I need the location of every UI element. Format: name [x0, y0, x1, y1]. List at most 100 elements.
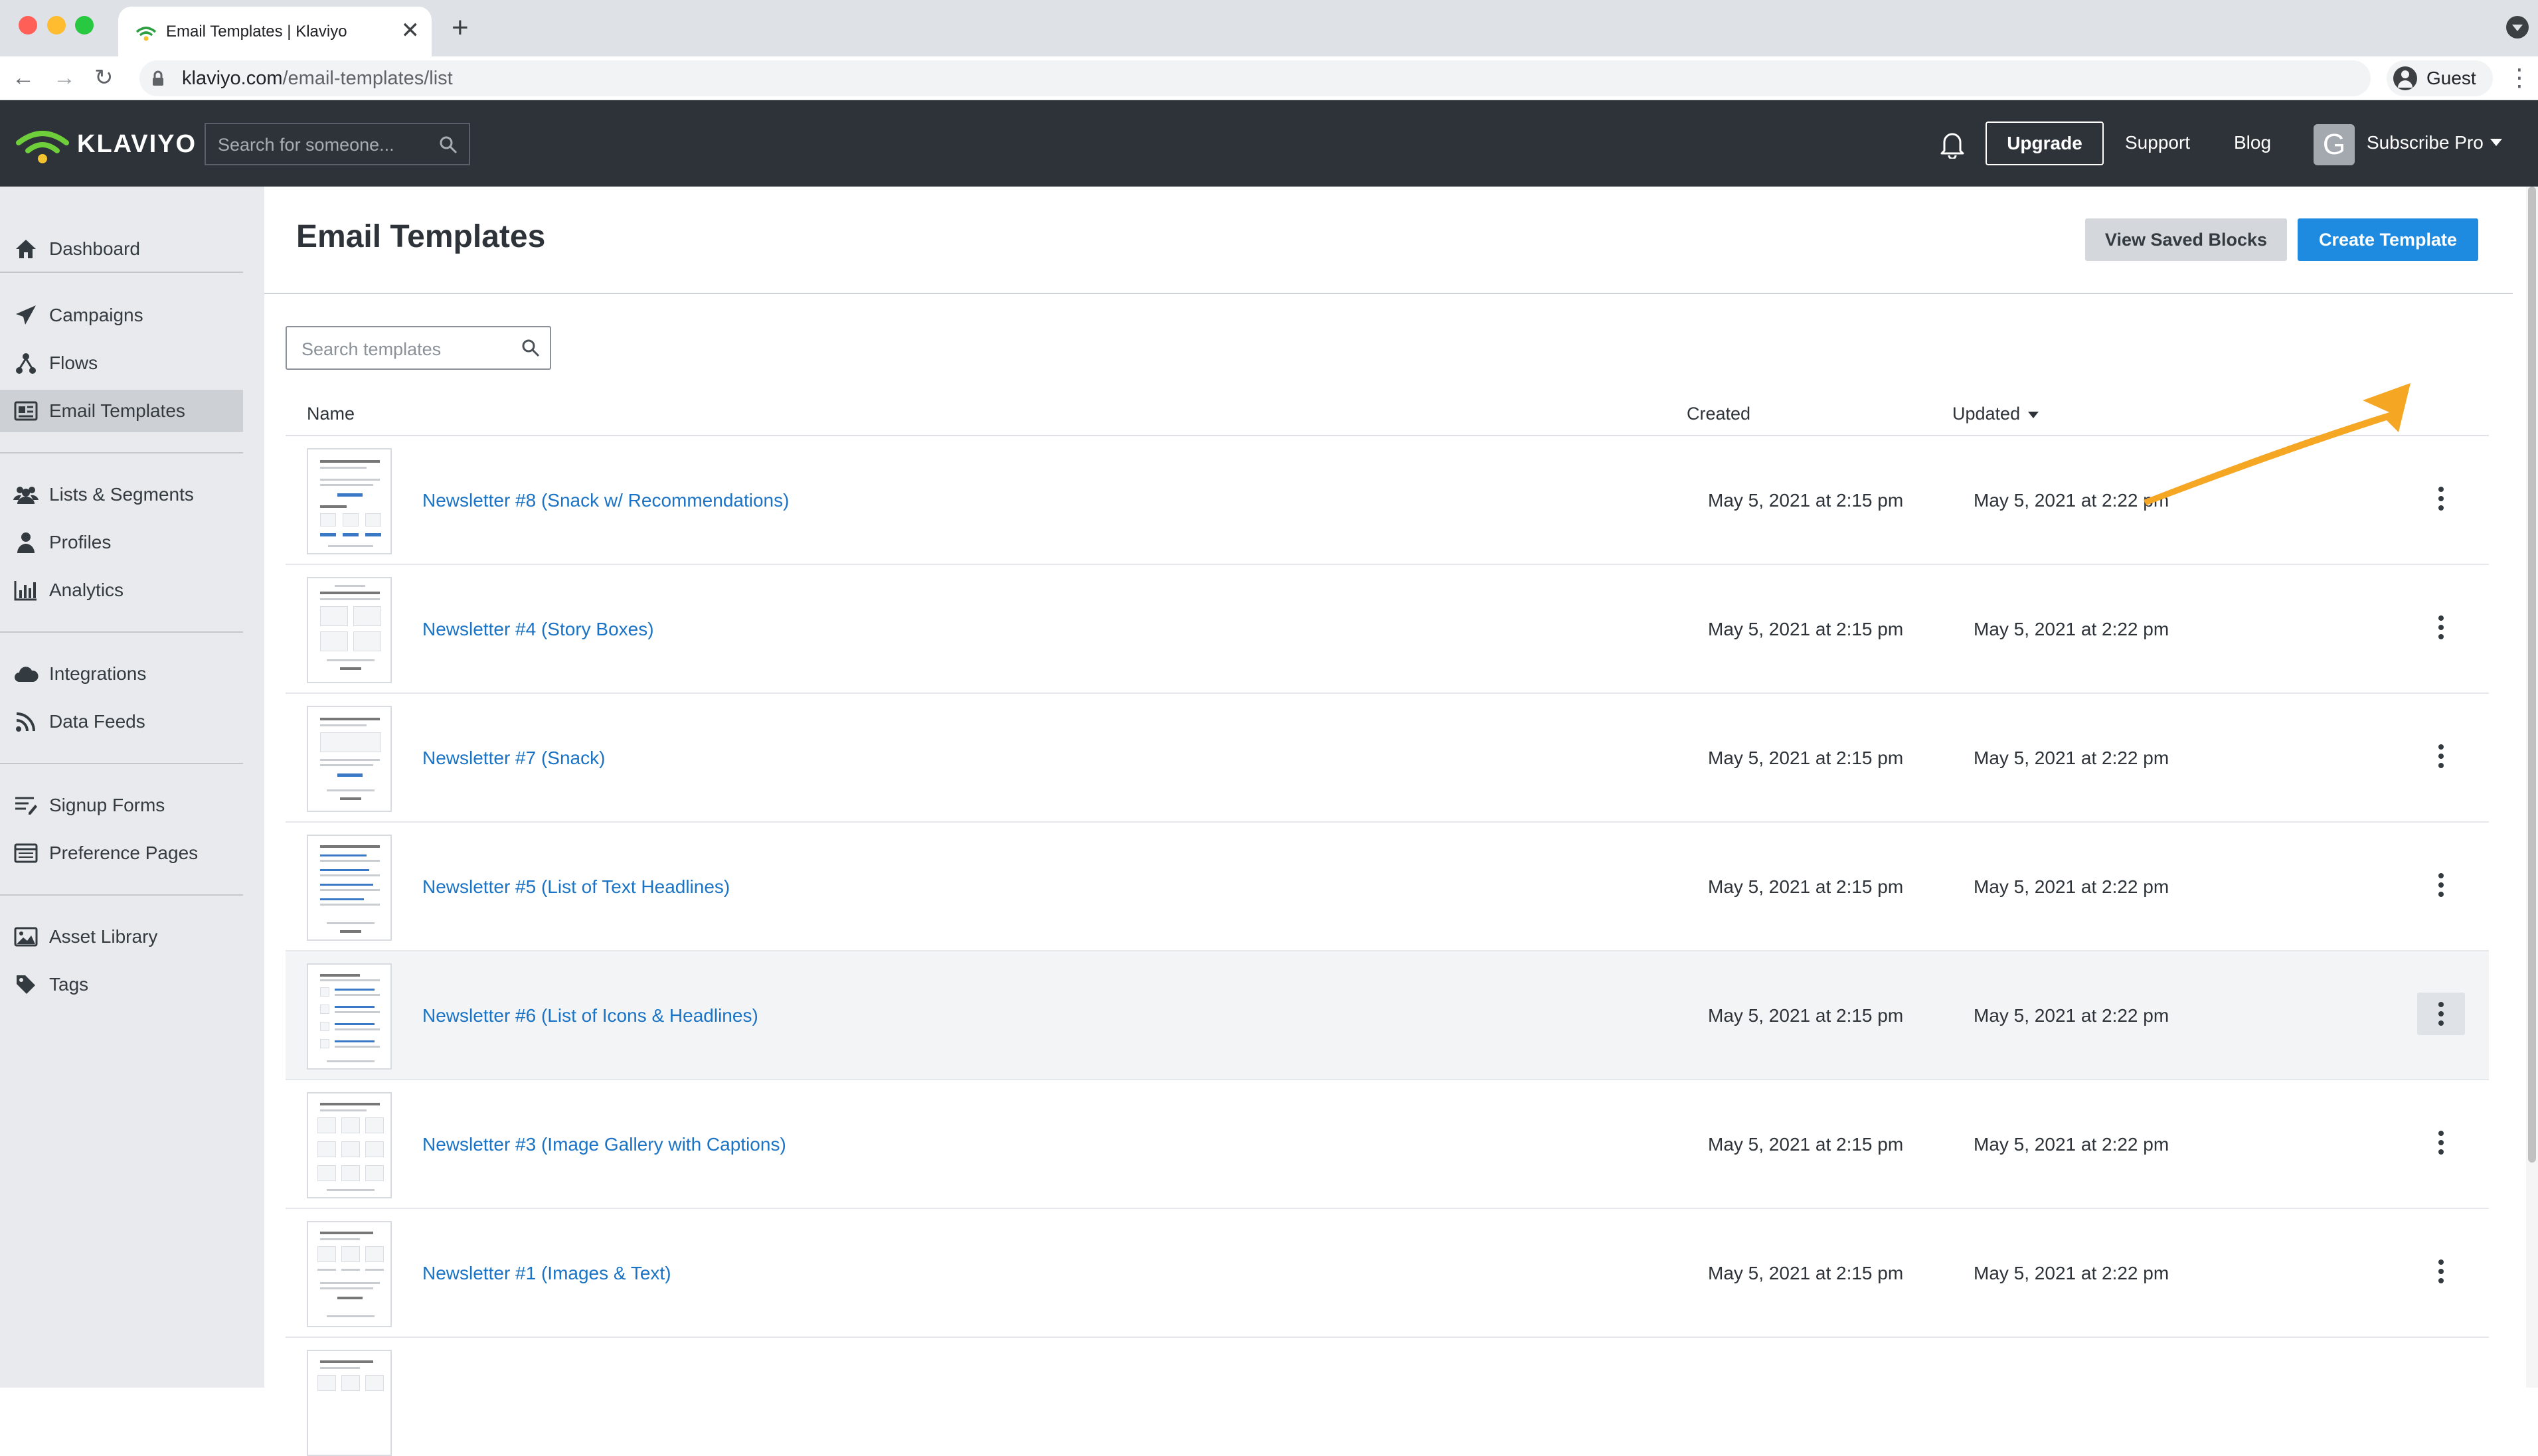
table-row[interactable]: Newsletter #6 (List of Icons & Headlines…	[286, 951, 2489, 1080]
search-icon	[522, 339, 540, 357]
template-name-link[interactable]: Newsletter #1 (Images & Text)	[422, 1262, 671, 1285]
tab-close-icon[interactable]: ✕	[401, 19, 420, 42]
template-name-link[interactable]: Newsletter #7 (Snack)	[422, 747, 605, 769]
row-actions-menu-icon[interactable]	[2417, 864, 2465, 906]
support-link[interactable]: Support	[2125, 132, 2190, 153]
home-icon	[13, 236, 39, 262]
sidebar-item-label: Data Feeds	[49, 711, 145, 732]
tab-search-chevron-icon[interactable]	[2506, 16, 2529, 39]
template-thumbnail[interactable]	[307, 448, 392, 554]
sidebar-item-campaigns[interactable]: Campaigns	[0, 294, 243, 337]
reload-icon[interactable]: ↻	[94, 63, 114, 92]
person-search-input[interactable]: Search for someone...	[205, 123, 470, 165]
tag-icon	[13, 972, 39, 997]
created-date: May 5, 2021 at 2:15 pm	[1708, 619, 1904, 639]
account-avatar[interactable]: G	[2314, 124, 2355, 165]
updated-date: May 5, 2021 at 2:22 pm	[1974, 748, 2169, 768]
template-thumbnail[interactable]	[307, 1092, 392, 1198]
browser-menu-icon[interactable]: ⋮	[2507, 64, 2531, 91]
template-thumbnail[interactable]	[307, 963, 392, 1070]
column-header-updated[interactable]: Updated	[1952, 403, 2039, 424]
row-actions-menu-icon[interactable]	[2417, 1121, 2465, 1164]
row-actions-menu-icon[interactable]	[2417, 1250, 2465, 1293]
window-minimize-button[interactable]	[47, 16, 66, 35]
blog-link[interactable]: Blog	[2234, 132, 2271, 153]
table-row[interactable]: Newsletter #5 (List of Text Headlines) M…	[286, 823, 2489, 951]
sidebar-item-label: Analytics	[49, 580, 124, 600]
sidebar-item-preference-pages[interactable]: Preference Pages	[0, 832, 243, 874]
column-header-created[interactable]: Created	[1687, 403, 1750, 424]
scrollbar-thumb[interactable]	[2528, 187, 2536, 1163]
row-actions-menu-icon[interactable]	[2417, 993, 2465, 1035]
template-name-link[interactable]: Newsletter #3 (Image Gallery with Captio…	[422, 1133, 786, 1156]
template-thumbnail[interactable]	[307, 835, 392, 941]
browser-tab[interactable]: Email Templates | Klaviyo ✕	[118, 7, 432, 56]
table-row[interactable]: Newsletter #3 (Image Gallery with Captio…	[286, 1080, 2489, 1209]
sidebar-divider	[0, 272, 243, 273]
rss-icon	[13, 709, 39, 734]
column-header-name[interactable]: Name	[307, 403, 355, 424]
template-thumbnail[interactable]	[307, 706, 392, 812]
table-row[interactable]: Newsletter #1 (Images & Text) May 5, 202…	[286, 1209, 2489, 1338]
table-row[interactable]: Newsletter #8 (Snack w/ Recommendations)…	[286, 436, 2489, 565]
template-thumbnail[interactable]	[307, 577, 392, 683]
sidebar-divider	[0, 763, 243, 764]
sidebar-item-label: Signup Forms	[49, 795, 165, 815]
sidebar-item-email-templates[interactable]: Email Templates	[0, 390, 243, 432]
sidebar-item-tags[interactable]: Tags	[0, 963, 243, 1006]
row-actions-menu-icon[interactable]	[2417, 735, 2465, 777]
main-content: Email Templates View Saved Blocks Create…	[264, 187, 2522, 1456]
sidebar-item-asset-library[interactable]: Asset Library	[0, 916, 243, 958]
view-saved-blocks-button[interactable]: View Saved Blocks	[2085, 218, 2287, 261]
template-thumbnail[interactable]	[307, 1221, 392, 1327]
url-path: /email-templates/list	[282, 68, 453, 89]
template-name-link[interactable]: Newsletter #5 (List of Text Headlines)	[422, 876, 730, 898]
window-maximize-button[interactable]	[75, 16, 94, 35]
back-arrow-icon[interactable]: ←	[12, 63, 35, 92]
updated-date: May 5, 2021 at 2:22 pm	[1974, 619, 2169, 639]
sidebar-item-label: Asset Library	[49, 926, 158, 947]
create-template-button[interactable]: Create Template	[2298, 218, 2478, 261]
address-bar[interactable]: klaviyo.com/email-templates/list	[139, 60, 2371, 96]
updated-date: May 5, 2021 at 2:22 pm	[1974, 490, 2169, 511]
template-search-input[interactable]: Search templates	[286, 326, 551, 370]
lock-icon	[153, 70, 163, 86]
sidebar-item-analytics[interactable]: Analytics	[0, 569, 243, 611]
sidebar-item-flows[interactable]: Flows	[0, 342, 243, 384]
column-header-updated-label: Updated	[1952, 404, 2021, 424]
row-actions-menu-icon[interactable]	[2417, 477, 2465, 520]
table-row[interactable]	[286, 1338, 2489, 1456]
klaviyo-logo[interactable]: KLAVIYO	[15, 123, 197, 165]
updated-date: May 5, 2021 at 2:22 pm	[1974, 1134, 2169, 1155]
template-name-link[interactable]: Newsletter #6 (List of Icons & Headlines…	[422, 1005, 758, 1027]
notifications-bell-icon[interactable]	[1939, 129, 1966, 159]
forward-arrow-icon[interactable]: →	[53, 63, 76, 92]
sidebar-divider	[0, 894, 243, 896]
table-row[interactable]: Newsletter #4 (Story Boxes) May 5, 2021 …	[286, 565, 2489, 694]
table-row[interactable]: Newsletter #7 (Snack) May 5, 2021 at 2:1…	[286, 694, 2489, 823]
account-caret-down-icon[interactable]	[2490, 139, 2502, 146]
upgrade-button[interactable]: Upgrade	[1986, 121, 2104, 165]
row-actions-menu-icon[interactable]	[2417, 606, 2465, 649]
sidebar-item-profiles[interactable]: Profiles	[0, 521, 243, 564]
sidebar-item-label: Flows	[49, 353, 98, 373]
sidebar-item-signup-forms[interactable]: Signup Forms	[0, 784, 243, 827]
sidebar-item-integrations[interactable]: Integrations	[0, 653, 243, 695]
url-host: klaviyo.com	[182, 68, 283, 89]
template-name-link[interactable]: Newsletter #4 (Story Boxes)	[422, 618, 654, 641]
sort-caret-down-icon	[2028, 411, 2039, 418]
template-thumbnail[interactable]	[307, 1350, 392, 1456]
template-name-link[interactable]: Newsletter #8 (Snack w/ Recommendations)	[422, 489, 789, 512]
sidebar-item-dashboard[interactable]: Dashboard	[0, 228, 243, 270]
account-name[interactable]: Subscribe Pro	[2367, 132, 2484, 153]
profile-button[interactable]: Guest	[2387, 60, 2493, 96]
sidebar-item-data-feeds[interactable]: Data Feeds	[0, 700, 243, 743]
page-scrollbar[interactable]	[2526, 187, 2538, 1388]
sidebar-divider	[0, 452, 243, 453]
sidebar-item-label: Profiles	[49, 532, 112, 552]
window-close-button[interactable]	[19, 16, 37, 35]
sidebar-item-lists-segments[interactable]: Lists & Segments	[0, 473, 243, 516]
url-text: klaviyo.com/email-templates/list	[182, 68, 453, 89]
new-tab-button[interactable]: +	[452, 13, 469, 42]
klaviyo-favicon-icon	[135, 27, 157, 41]
